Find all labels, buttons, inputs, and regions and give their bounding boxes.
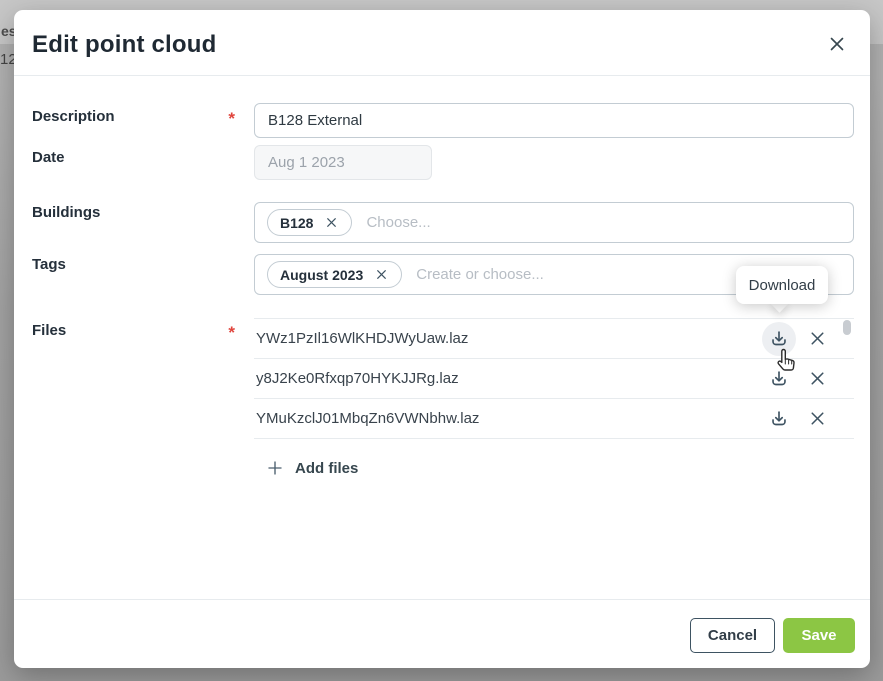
x-icon [807, 408, 828, 429]
x-icon [807, 328, 828, 349]
download-file-button[interactable] [766, 406, 792, 432]
files-list: YWz1PzIl16WlKHDJWyUaw.laz [254, 318, 854, 439]
edit-point-cloud-dialog: Edit point cloud Description * Date Buil… [14, 10, 870, 668]
description-label: Description [32, 108, 115, 125]
scrollbar-thumb[interactable] [843, 320, 851, 335]
close-button[interactable] [823, 30, 851, 58]
date-label: Date [32, 149, 65, 166]
footer-divider [14, 599, 870, 600]
buildings-search-input[interactable] [366, 214, 853, 231]
building-chip-remove-button[interactable] [323, 215, 339, 231]
remove-file-button[interactable] [804, 326, 830, 352]
x-icon [375, 268, 388, 281]
tag-chip-label: August 2023 [280, 267, 363, 283]
file-row: y8J2Ke0Rfxqp70HYKJJRg.laz [254, 359, 854, 399]
date-input[interactable] [254, 145, 432, 180]
building-chip: B128 [267, 209, 352, 236]
remove-file-button[interactable] [804, 406, 830, 432]
cancel-button[interactable]: Cancel [690, 618, 775, 653]
description-required-asterisk: * [219, 109, 235, 129]
tags-label: Tags [32, 256, 66, 273]
tag-chip: August 2023 [267, 261, 402, 288]
file-name: YWz1PzIl16WlKHDJWyUaw.laz [256, 330, 468, 347]
dialog-title: Edit point cloud [32, 31, 217, 59]
files-label: Files [32, 322, 66, 339]
x-icon [807, 368, 828, 389]
building-chip-label: B128 [280, 215, 313, 231]
dialog-header: Edit point cloud [14, 10, 870, 76]
file-name: YMuKzclJ01MbqZn6VWNbhw.laz [256, 410, 479, 427]
save-button[interactable]: Save [783, 618, 855, 653]
add-files-button[interactable]: Add files [266, 459, 358, 477]
file-row: YWz1PzIl16WlKHDJWyUaw.laz [254, 319, 854, 359]
files-scrollbar[interactable] [843, 319, 851, 440]
buildings-label: Buildings [32, 204, 100, 221]
hand-pointer-cursor [771, 344, 803, 376]
download-icon [768, 408, 790, 430]
files-required-asterisk: * [219, 323, 235, 343]
tag-chip-remove-button[interactable] [373, 267, 389, 283]
add-files-label: Add files [295, 460, 358, 477]
file-name: y8J2Ke0Rfxqp70HYKJJRg.laz [256, 370, 459, 387]
file-row: YMuKzclJ01MbqZn6VWNbhw.laz [254, 399, 854, 439]
description-input[interactable] [254, 103, 854, 138]
download-tooltip: Download [736, 266, 828, 304]
remove-file-button[interactable] [804, 366, 830, 392]
plus-icon [266, 459, 284, 477]
buildings-select[interactable]: B128 [254, 202, 854, 243]
x-icon [325, 216, 338, 229]
close-icon [826, 33, 848, 55]
